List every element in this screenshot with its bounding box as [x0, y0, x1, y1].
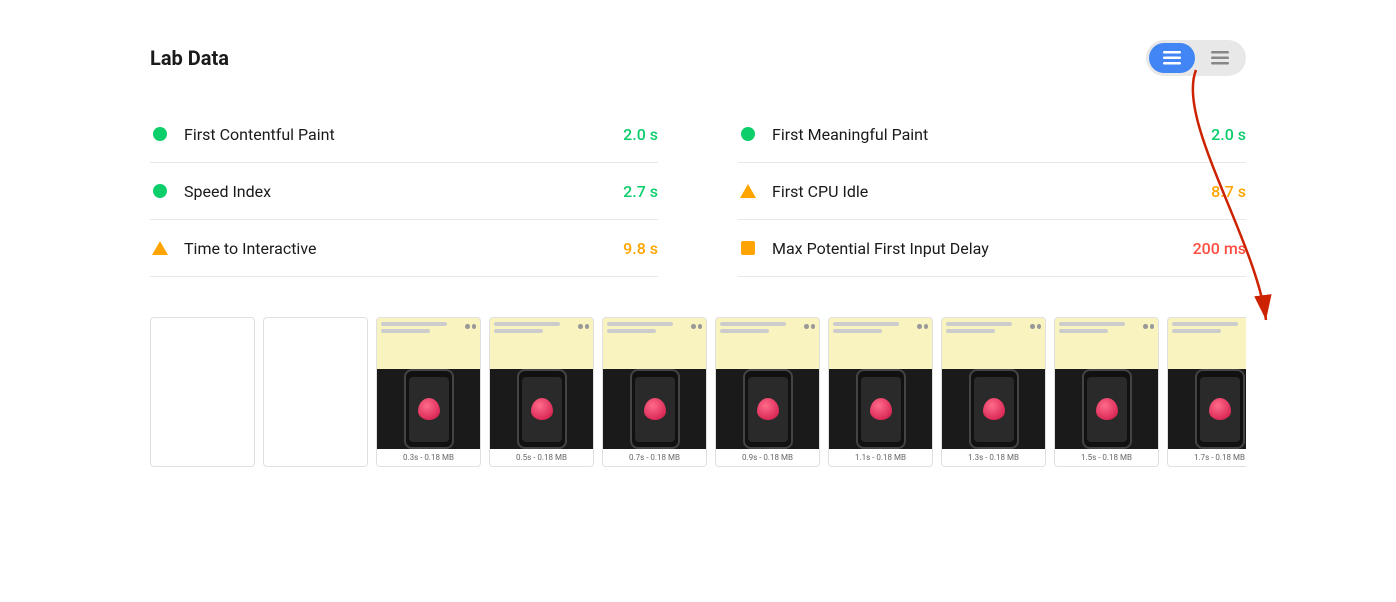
si-label: Speed Index — [184, 182, 603, 201]
film-frame-blank-2 — [263, 317, 368, 467]
fci-label: First CPU Idle — [772, 182, 1191, 201]
tti-icon — [150, 238, 170, 258]
filmstrip: 0.3s - 0.18 MB — [150, 317, 1246, 467]
fcp-icon — [150, 124, 170, 144]
film-frame-5: 0.7s - 0.18 MB — [602, 317, 707, 467]
metrics-left-column: First Contentful Paint 2.0 s Speed Index… — [150, 106, 658, 277]
metric-row-fci: First CPU Idle 8.7 s — [738, 163, 1246, 220]
metric-row-mpfid: Max Potential First Input Delay 200 ms — [738, 220, 1246, 277]
metric-row-tti: Time to Interactive 9.8 s — [150, 220, 658, 277]
metric-row-fmp: First Meaningful Paint 2.0 s — [738, 106, 1246, 163]
fmp-icon — [738, 124, 758, 144]
film-frame-4: 0.5s - 0.18 MB — [489, 317, 594, 467]
lab-data-title: Lab Data — [150, 46, 229, 70]
tti-label: Time to Interactive — [184, 239, 603, 258]
fmp-label: First Meaningful Paint — [772, 125, 1191, 144]
mpfid-value: 200 ms — [1173, 239, 1246, 258]
film-frame-7: 1.1s - 0.18 MB — [828, 317, 933, 467]
list-view-button[interactable] — [1149, 43, 1195, 73]
si-value: 2.7 s — [603, 182, 658, 201]
film-frame-8: 1.3s - 0.18 MB — [941, 317, 1046, 467]
fmp-value: 2.0 s — [1191, 125, 1246, 144]
film-frame-9: 1.5s - 0.18 MB — [1054, 317, 1159, 467]
fcp-label: First Contentful Paint — [184, 125, 603, 144]
grid-view-button[interactable] — [1197, 43, 1243, 73]
si-icon — [150, 181, 170, 201]
metric-row-fcp: First Contentful Paint 2.0 s — [150, 106, 658, 163]
film-frame-10: 1.7s - 0.18 MB — [1167, 317, 1246, 467]
film-frame-6: 0.9s - 0.18 MB — [715, 317, 820, 467]
metrics-right-column: First Meaningful Paint 2.0 s First CPU I… — [738, 106, 1246, 277]
metrics-grid: First Contentful Paint 2.0 s Speed Index… — [150, 106, 1246, 277]
fcp-value: 2.0 s — [603, 125, 658, 144]
mpfid-icon — [738, 238, 758, 258]
mpfid-label: Max Potential First Input Delay — [772, 239, 1173, 258]
fci-icon — [738, 181, 758, 201]
film-frame-blank-1 — [150, 317, 255, 467]
tti-value: 9.8 s — [603, 239, 658, 258]
film-frame-3: 0.3s - 0.18 MB — [376, 317, 481, 467]
fci-value: 8.7 s — [1191, 182, 1246, 201]
view-toggle — [1146, 40, 1246, 76]
metric-row-si: Speed Index 2.7 s — [150, 163, 658, 220]
